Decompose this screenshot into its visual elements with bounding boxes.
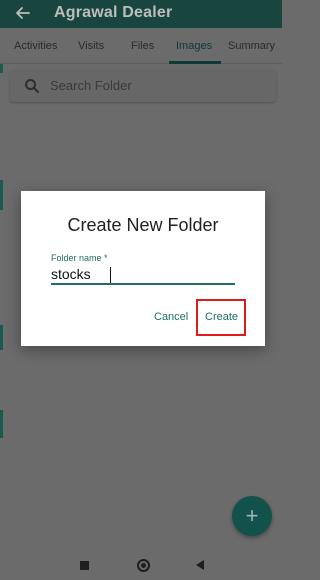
add-folder-fab[interactable]: + — [232, 496, 272, 536]
home-icon[interactable] — [137, 559, 150, 572]
text-cursor — [110, 267, 111, 283]
tab-visits[interactable]: Visits — [78, 40, 104, 52]
page-title: Agrawal Dealer — [54, 4, 173, 21]
system-nav-bar — [0, 552, 282, 580]
tab-files[interactable]: Files — [131, 40, 154, 52]
app-screen: Agrawal Dealer Activities Visits Files I… — [0, 0, 282, 580]
edge-accent — [0, 180, 3, 210]
app-bar: Agrawal Dealer — [0, 0, 282, 28]
cancel-button[interactable]: Cancel — [154, 311, 188, 323]
tab-summary[interactable]: Summary — [228, 40, 275, 52]
create-button[interactable]: Create — [205, 311, 238, 323]
folder-name-input[interactable] — [51, 265, 235, 285]
tab-images[interactable]: Images — [176, 40, 212, 52]
recents-icon[interactable] — [80, 561, 89, 570]
dialog-title: Create New Folder — [67, 215, 219, 235]
edge-accent — [0, 325, 3, 350]
plus-icon: + — [245, 503, 259, 528]
tab-activities[interactable]: Activities — [14, 40, 57, 52]
create-folder-dialog: Create New Folder Folder name * Cancel C… — [21, 191, 265, 346]
edge-accent — [0, 410, 3, 438]
search-icon — [24, 78, 40, 94]
arrow-left-icon[interactable] — [12, 2, 34, 24]
search-bar[interactable]: Search Folder — [10, 70, 276, 102]
tab-bar: Activities Visits Files Images Summary — [0, 28, 282, 64]
back-icon[interactable] — [196, 560, 204, 570]
folder-name-label: Folder name * — [51, 253, 108, 263]
search-placeholder: Search Folder — [50, 78, 132, 93]
active-tab-indicator — [169, 61, 221, 64]
